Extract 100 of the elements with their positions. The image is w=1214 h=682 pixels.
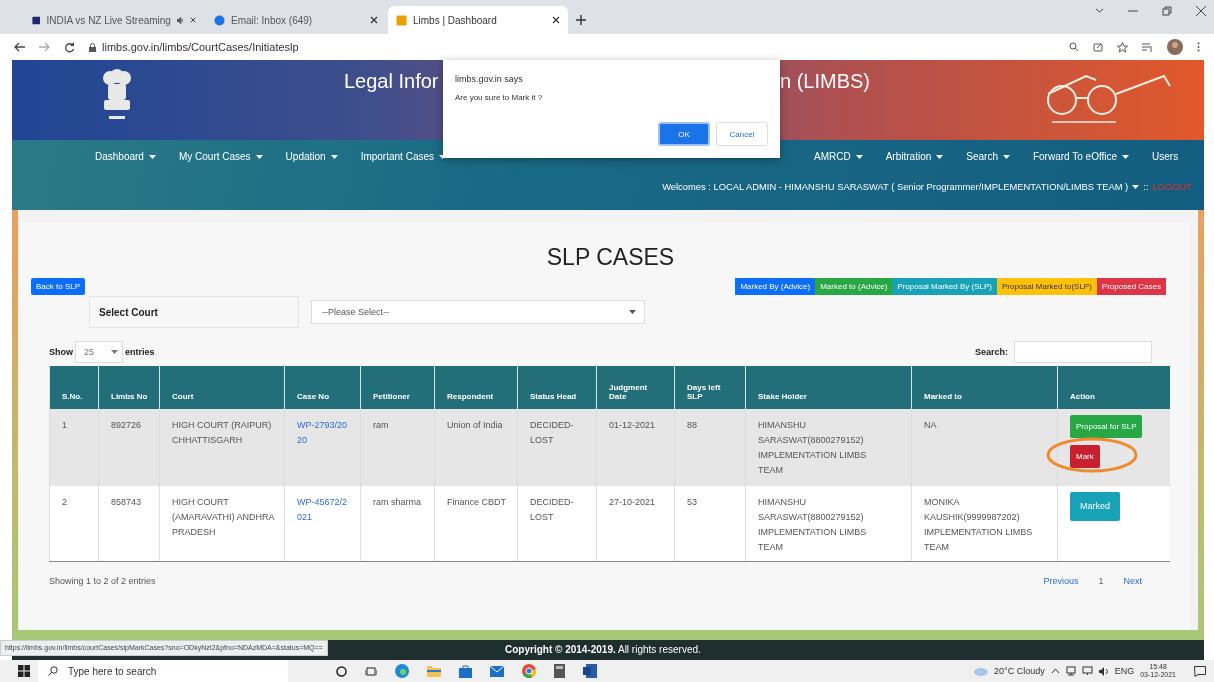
column-header[interactable]: Limbs No <box>98 366 160 409</box>
chevron-icon[interactable] <box>1050 668 1060 674</box>
reload-icon[interactable] <box>64 41 75 53</box>
legend-badge[interactable]: Proposed Cases <box>1096 278 1166 295</box>
nav-item[interactable]: Users <box>1152 151 1179 162</box>
url-text[interactable]: limbs.gov.in/limbs/CourtCases/Initiateslp <box>102 41 299 53</box>
lock-icon[interactable] <box>89 42 96 52</box>
column-header[interactable]: Status Head <box>517 366 597 409</box>
entries-label: entries <box>125 347 155 357</box>
table-cell-text: 2 <box>62 496 68 509</box>
legend-badge[interactable]: Marked By (Advice) <box>735 278 816 295</box>
page-number[interactable]: 1 <box>1098 576 1104 586</box>
column-header[interactable]: Stake Holder <box>745 366 912 409</box>
globe-icon <box>214 14 225 26</box>
cortana-icon[interactable] <box>336 665 347 677</box>
column-header[interactable]: Action <box>1057 366 1170 409</box>
table-cell-text: Finance CBDT <box>447 496 508 509</box>
column-header[interactable]: Marked to <box>911 366 1058 409</box>
nav-item[interactable]: Dashboard <box>95 151 156 162</box>
nav-item[interactable]: Arbitration <box>885 151 944 162</box>
mark-button[interactable]: Mark <box>1070 445 1100 468</box>
page-size-select[interactable]: 25 <box>75 341 123 363</box>
caret-icon <box>629 310 636 314</box>
column-header[interactable]: Petitioner <box>360 366 435 409</box>
calculator-icon[interactable] <box>554 664 565 678</box>
nav-item[interactable]: Search <box>966 151 1010 162</box>
dialog-message: Are you sure to Mark it ? <box>455 93 544 102</box>
caret-icon <box>1132 184 1140 189</box>
display-icon[interactable] <box>1081 666 1093 676</box>
table-cell-text: MONIKA KAUSHIK(9999987202) IMPLEMENTATION LIMBS TEAM <box>924 496 1034 554</box>
nav-item[interactable]: My Court Cases <box>178 151 263 162</box>
browser-tab[interactable]: Email: Inbox (649) <box>206 6 386 34</box>
avatar-icon[interactable] <box>1167 39 1183 55</box>
nav-item[interactable]: Forward To eOffice <box>1032 151 1130 162</box>
speaker-icon[interactable] <box>176 15 184 25</box>
court-select[interactable]: --Please Select-- <box>311 300 645 324</box>
table-cell-text: 892726 <box>111 419 143 432</box>
close-icon[interactable] <box>1196 6 1206 16</box>
site-title: n (LIMBS) <box>780 70 871 93</box>
table-cell-text: Union of India <box>447 419 504 432</box>
marked-button[interactable]: Marked <box>1070 492 1120 521</box>
table-cell-text: 27-10-2021 <box>609 496 657 509</box>
browser-tab[interactable]: INDIA vs NZ Live Streaming <box>24 6 204 34</box>
search-field[interactable] <box>1014 341 1152 363</box>
mail-icon[interactable] <box>490 665 504 677</box>
document-icon[interactable] <box>583 664 597 678</box>
legend-badge[interactable]: Proposal Marked By (SLP) <box>892 278 997 295</box>
zoom-icon[interactable] <box>1069 42 1079 52</box>
task-view-icon[interactable] <box>365 665 377 677</box>
share-icon[interactable] <box>1093 42 1103 52</box>
column-header[interactable]: S.No. <box>49 366 99 409</box>
column-header[interactable]: Judgment Date <box>596 366 675 409</box>
legend-badge[interactable]: Marked to (Advice) <box>815 278 893 295</box>
taskbar-search[interactable]: Type here to search <box>38 660 288 682</box>
notification-icon[interactable] <box>1194 665 1206 677</box>
show-label: Show <box>49 347 73 357</box>
legend-badge[interactable]: Proposal Marked to(SLP) <box>997 278 1097 295</box>
table-cell-text: ram sharma <box>373 496 422 509</box>
table-cell-text: DECIDED-LOST <box>530 496 575 524</box>
table-cell-text: 01-12-2021 <box>609 419 657 432</box>
close-icon[interactable] <box>552 16 560 24</box>
table-cell-text: 858743 <box>111 496 143 509</box>
speaker-icon[interactable] <box>1098 666 1109 676</box>
column-header[interactable]: Days left SLP <box>674 366 746 409</box>
back-button[interactable]: Back to SLP <box>31 278 86 295</box>
cancel-button[interactable]: Cancel <box>716 122 768 146</box>
column-header[interactable]: Case No <box>284 366 361 409</box>
column-header[interactable]: Court <box>159 366 285 409</box>
windows-icon[interactable] <box>18 665 30 677</box>
store-icon[interactable] <box>459 664 472 678</box>
network-icon[interactable] <box>1065 666 1076 676</box>
restore-icon[interactable] <box>1162 6 1172 16</box>
language-indicator[interactable]: ENG <box>1114 666 1135 676</box>
star-icon[interactable] <box>1117 41 1128 53</box>
back-icon[interactable] <box>14 42 25 52</box>
site-icon <box>32 14 41 26</box>
close-icon[interactable] <box>189 16 196 24</box>
welcome-text: Welcomes : LOCAL ADMIN - HIMANSHU SARASWAT ( Senior Programmer/IMPLEMENTATION/LIMBS TEAM ) <box>662 181 1129 192</box>
weather-text[interactable]: 20°C Cloudy <box>994 666 1045 676</box>
column-header[interactable]: Respondent <box>434 366 518 409</box>
next-link[interactable]: Next <box>1123 576 1142 586</box>
page-title: SLP CASES <box>545 243 676 272</box>
nav-item[interactable]: Updation <box>285 151 338 162</box>
table-cell-text: 88 <box>687 419 698 432</box>
search-icon <box>48 666 58 676</box>
new-tab-icon[interactable] <box>576 15 586 25</box>
edge-icon[interactable] <box>395 664 409 678</box>
table-cell-text: HIMANSHU SARASWAT(8800279152) IMPLEMENTATION LIMBS TEAM <box>758 496 868 554</box>
previous-link[interactable]: Previous <box>1043 576 1079 586</box>
folder-icon[interactable] <box>427 665 441 677</box>
table-cell-text: NA <box>924 419 938 432</box>
ok-button[interactable]: OK <box>658 122 710 146</box>
nav-item[interactable]: AMRCD <box>814 151 863 162</box>
proposal-button[interactable]: Proposal for SLP <box>1070 415 1143 438</box>
browser-tab[interactable]: Limbs | Dashboard <box>388 6 568 34</box>
menu-icon[interactable] <box>1197 42 1200 52</box>
chevron-icon[interactable] <box>1095 6 1104 15</box>
close-icon[interactable] <box>370 16 378 24</box>
entries-info: Showing 1 to 2 of 2 entries <box>49 576 156 586</box>
browser-icon[interactable] <box>522 664 536 678</box>
